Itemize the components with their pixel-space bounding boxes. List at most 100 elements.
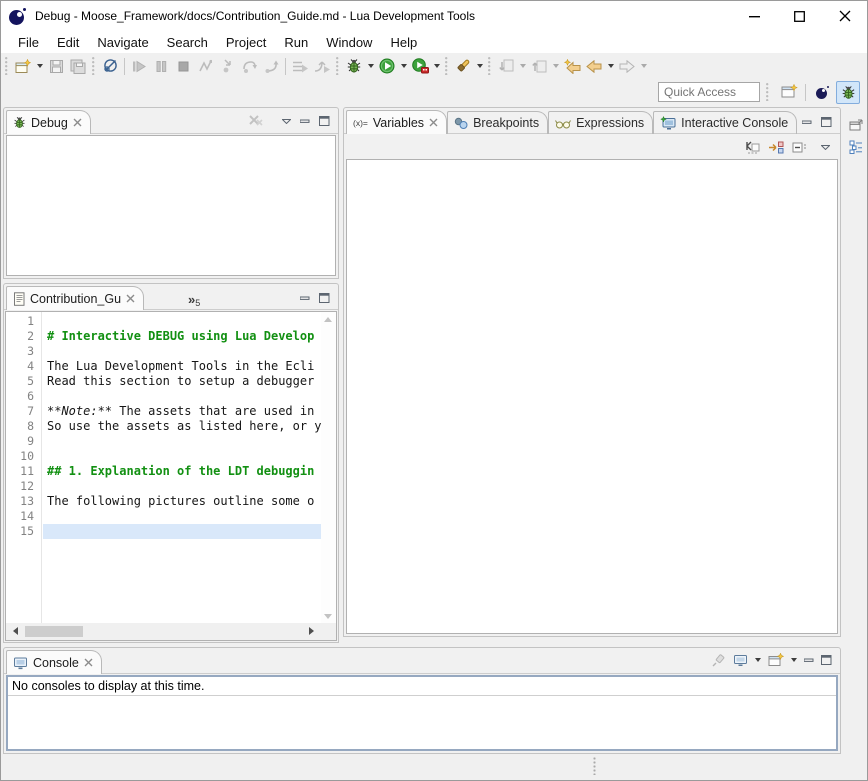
perspective-bar-drag-handle[interactable] — [766, 83, 770, 101]
open-console-dropdown[interactable] — [791, 658, 797, 662]
menu-run[interactable]: Run — [275, 33, 317, 52]
run-last-tool-dropdown[interactable] — [431, 55, 442, 77]
previous-annotation-dropdown[interactable] — [550, 55, 561, 77]
editor-maximize-button[interactable] — [319, 293, 330, 303]
code-line[interactable] — [43, 524, 321, 539]
code-line[interactable]: **Note:** The assets that are used in — [43, 404, 321, 419]
horizontal-scroll-thumb[interactable] — [25, 626, 83, 637]
toggle-step-filters-button[interactable] — [311, 55, 333, 77]
display-console-dropdown[interactable] — [755, 658, 761, 662]
lua-perspective-button[interactable] — [810, 81, 834, 104]
skip-all-breakpoints-button[interactable] — [99, 55, 121, 77]
debug-view-content[interactable] — [6, 135, 336, 276]
code-line[interactable]: Read this section to setup a debugger — [43, 374, 321, 389]
code-line[interactable] — [43, 449, 321, 464]
save-button[interactable] — [45, 55, 67, 77]
variables-view-content[interactable] — [346, 159, 838, 634]
variables-view-menu-button[interactable] — [821, 145, 830, 150]
debug-view-maximize-button[interactable] — [319, 116, 330, 126]
debug-perspective-button[interactable] — [836, 81, 860, 104]
scroll-left-icon[interactable] — [13, 627, 18, 635]
new-wizard-dropdown[interactable] — [34, 55, 45, 77]
next-annotation-button[interactable] — [495, 55, 517, 77]
tab-debug[interactable]: Debug — [6, 110, 91, 134]
console-minimize-button[interactable] — [804, 656, 814, 665]
editor-vertical-scrollbar[interactable] — [321, 312, 336, 623]
use-step-filters-button[interactable] — [289, 55, 311, 77]
open-console-button[interactable] — [768, 653, 784, 667]
code-line[interactable]: So use the assets as listed here, or y — [43, 419, 321, 434]
display-selected-console-button[interactable] — [733, 654, 748, 667]
external-tools-dropdown[interactable] — [474, 55, 485, 77]
editor-horizontal-scrollbar[interactable] — [6, 623, 321, 640]
external-tools-button[interactable] — [452, 55, 474, 77]
restore-minimized-view-button[interactable] — [846, 115, 866, 135]
new-wizard-button[interactable] — [12, 55, 34, 77]
code-line[interactable]: The Lua Development Tools in the Ecli — [43, 359, 321, 374]
save-all-button[interactable] — [67, 55, 89, 77]
menu-edit[interactable]: Edit — [48, 33, 88, 52]
tab-interactive-console[interactable]: Interactive Console — [653, 111, 797, 134]
menu-navigate[interactable]: Navigate — [88, 33, 157, 52]
terminate-button[interactable] — [172, 55, 194, 77]
remove-all-terminated-button[interactable] — [249, 115, 263, 127]
collapse-all-button[interactable] — [792, 141, 807, 154]
show-type-names-button[interactable] — [745, 141, 760, 154]
menu-project[interactable]: Project — [217, 33, 275, 52]
toolbar-drag-handle[interactable] — [5, 57, 9, 75]
suspend-button[interactable] — [150, 55, 172, 77]
maximize-window-button[interactable] — [777, 1, 822, 31]
code-line[interactable] — [43, 389, 321, 404]
run-last-tool-button[interactable] — [409, 55, 431, 77]
tab-variables[interactable]: Variables — [346, 110, 447, 134]
debug-dropdown[interactable] — [365, 55, 376, 77]
resume-button[interactable] — [128, 55, 150, 77]
tab-variables-close-icon[interactable] — [429, 118, 438, 127]
scroll-down-icon[interactable] — [324, 614, 332, 619]
toolbar-drag-handle[interactable] — [336, 57, 340, 75]
code-line[interactable] — [43, 344, 321, 359]
forward-dropdown[interactable] — [638, 55, 649, 77]
minimize-window-button[interactable] — [732, 1, 777, 31]
toolbar-drag-handle[interactable] — [445, 57, 449, 75]
tab-debug-close-icon[interactable] — [73, 118, 82, 127]
code-area[interactable]: # Interactive DEBUG using Lua Develop The… — [43, 312, 321, 623]
next-annotation-dropdown[interactable] — [517, 55, 528, 77]
editor-minimize-button[interactable] — [300, 294, 310, 303]
show-logical-structure-button[interactable] — [768, 141, 784, 154]
console-maximize-button[interactable] — [821, 655, 832, 665]
debug-view-menu-button[interactable] — [282, 119, 291, 124]
tab-breakpoints[interactable]: Breakpoints — [447, 111, 548, 134]
menu-help[interactable]: Help — [381, 33, 426, 52]
forward-button[interactable] — [616, 55, 638, 77]
tab-console[interactable]: Console — [6, 650, 102, 674]
code-line[interactable] — [43, 434, 321, 449]
scroll-up-icon[interactable] — [324, 317, 332, 322]
tab-expressions[interactable]: Expressions — [548, 111, 653, 134]
code-line[interactable]: The following pictures outline some o — [43, 494, 321, 509]
variables-view-minimize-button[interactable] — [802, 118, 812, 127]
toolbar-drag-handle[interactable] — [92, 57, 96, 75]
toolbar-drag-handle[interactable] — [488, 57, 492, 75]
debug-button[interactable] — [343, 55, 365, 77]
code-line[interactable]: # Interactive DEBUG using Lua Develop — [43, 329, 321, 344]
tab-contribution-guide-close-icon[interactable] — [126, 294, 135, 303]
code-line[interactable]: ## 1. Explanation of the LDT debuggin — [43, 464, 321, 479]
menu-file[interactable]: File — [9, 33, 48, 52]
quick-access-input[interactable] — [658, 82, 760, 102]
last-edit-location-button[interactable] — [561, 55, 583, 77]
code-line[interactable] — [43, 314, 321, 329]
previous-annotation-button[interactable] — [528, 55, 550, 77]
open-perspective-button[interactable] — [777, 81, 801, 104]
back-dropdown[interactable] — [605, 55, 616, 77]
editor-tab-overflow-chevron[interactable]: 5 — [188, 295, 200, 309]
menu-window[interactable]: Window — [317, 33, 381, 52]
step-into-button[interactable] — [216, 55, 238, 77]
code-line[interactable] — [43, 479, 321, 494]
step-over-button[interactable] — [238, 55, 260, 77]
disconnect-button[interactable] — [194, 55, 216, 77]
menu-search[interactable]: Search — [158, 33, 217, 52]
scroll-right-icon[interactable] — [309, 627, 314, 635]
variables-view-maximize-button[interactable] — [821, 117, 832, 127]
step-return-button[interactable] — [260, 55, 282, 77]
